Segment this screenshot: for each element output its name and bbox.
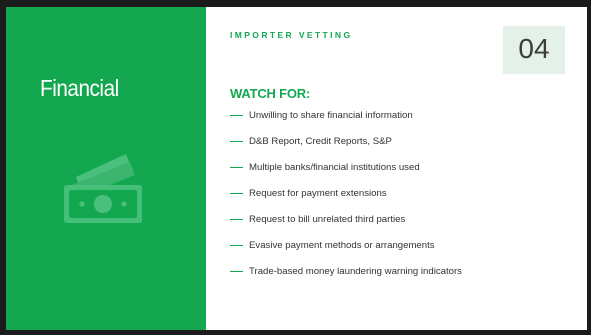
list-item: Multiple banks/financial institutions us… <box>230 160 462 186</box>
list-item-text: Request to bill unrelated third parties <box>249 214 406 225</box>
bottom-border <box>0 330 591 335</box>
list-item: Unwilling to share financial information <box>230 108 462 134</box>
list-item: Evasive payment methods or arrangements <box>230 238 462 264</box>
dash-bullet <box>230 192 243 194</box>
list-item-text: Multiple banks/financial institutions us… <box>249 162 420 173</box>
slide-number: 04 <box>518 33 550 64</box>
dash-bullet <box>230 166 243 168</box>
watch-for-heading: WATCH FOR: <box>230 86 311 101</box>
list-item-text: D&B Report, Credit Reports, S&P <box>249 136 392 147</box>
money-icon <box>64 154 142 223</box>
list-item: Trade-based money laundering warning ind… <box>230 264 462 290</box>
list-item-text: Evasive payment methods or arrangements <box>249 240 435 251</box>
dash-bullet <box>230 218 243 220</box>
dash-bullet <box>230 114 243 116</box>
dash-bullet <box>230 270 243 272</box>
green-side-panel: Financial <box>6 7 206 330</box>
list-item-text: Trade-based money laundering warning ind… <box>249 266 462 277</box>
right-border <box>587 0 591 335</box>
list-item-text: Unwilling to share financial information <box>249 110 413 121</box>
panel-title: Financial <box>40 75 119 101</box>
dash-bullet <box>230 140 243 142</box>
list-item-text: Request for payment extensions <box>249 188 387 199</box>
slide: Financial IMPORTER VETTING 04 WATCH FOR:… <box>0 0 591 335</box>
list-item: Request for payment extensions <box>230 186 462 212</box>
section-eyebrow: IMPORTER VETTING <box>230 30 353 40</box>
list-item: Request to bill unrelated third parties <box>230 212 462 238</box>
list-item: D&B Report, Credit Reports, S&P <box>230 134 462 160</box>
watch-for-list: Unwilling to share financial information… <box>230 108 462 290</box>
slide-number-box: 04 <box>503 26 565 74</box>
dash-bullet <box>230 244 243 246</box>
top-border <box>0 0 591 7</box>
